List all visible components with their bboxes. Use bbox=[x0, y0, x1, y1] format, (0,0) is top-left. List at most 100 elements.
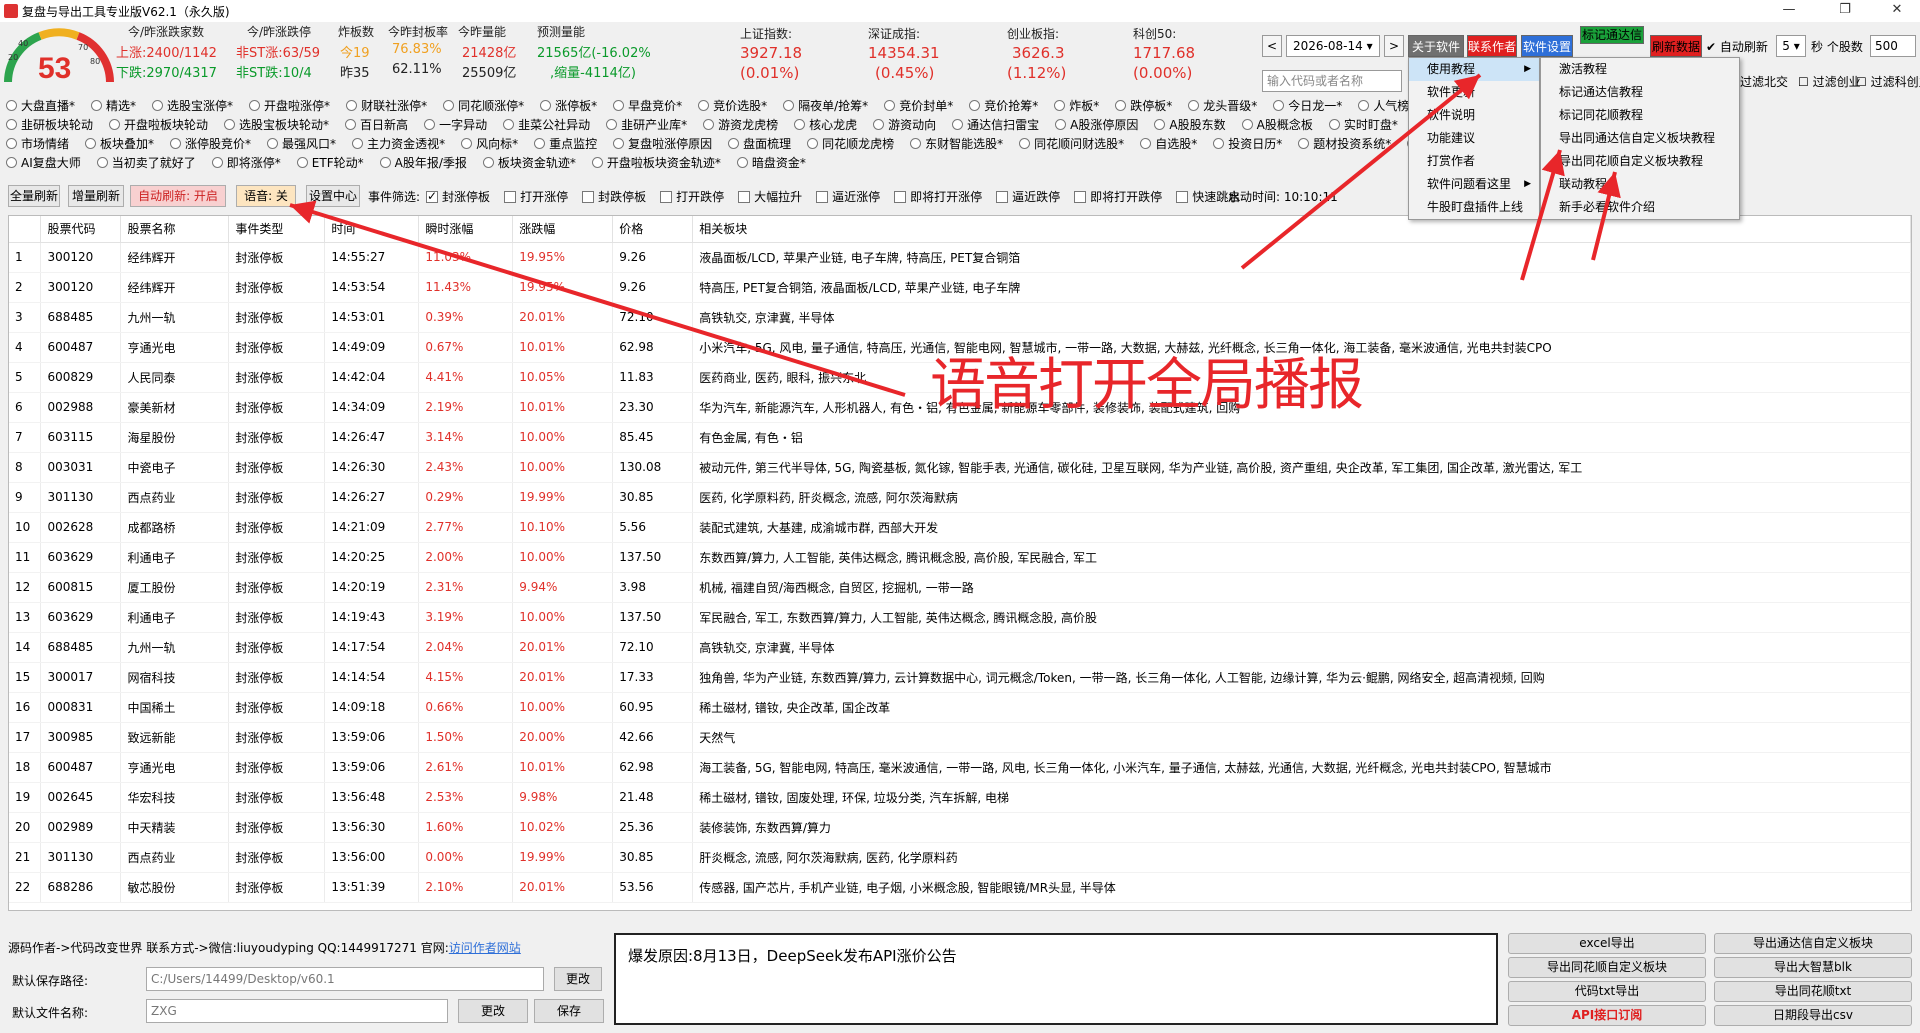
interval-select[interactable]: 5 ▾ bbox=[1776, 35, 1806, 57]
table-row[interactable]: 11 603629 利通电子 封涨停板 14:20:25 2.00% 10.00% 137.5… bbox=[9, 542, 1911, 573]
auto-refresh-checkbox[interactable]: ✔ 自动刷新 bbox=[1706, 38, 1768, 55]
table-row[interactable]: 18 600487 亨通光电 封涨停板 13:59:06 2.61% 10.01% 62.98… bbox=[9, 752, 1911, 783]
minimize-icon[interactable]: — bbox=[1766, 0, 1812, 22]
feature-radio[interactable]: 通达信扫雷宝 bbox=[946, 116, 1039, 133]
table-row[interactable]: 15 300017 网宿科技 封涨停板 14:14:54 4.15% 20.01% 17.33… bbox=[9, 662, 1911, 693]
table-row[interactable]: 13 603629 利通电子 封涨停板 14:19:43 3.19% 10.00% 137.5… bbox=[9, 602, 1911, 633]
tutorial-menu-item[interactable]: 导出同花顺自定义板块教程 bbox=[1541, 150, 1739, 173]
feature-radio[interactable]: 跌停板* bbox=[1109, 97, 1172, 114]
export-button[interactable]: API接口订阅 bbox=[1508, 1005, 1706, 1026]
export-button[interactable]: 导出通达信自定义板块 bbox=[1714, 933, 1912, 954]
event-filter-checkbox[interactable]: 打开涨停 bbox=[504, 188, 568, 205]
feature-radio[interactable]: 竞价抢筹* bbox=[963, 97, 1038, 114]
auto-refresh-toggle[interactable]: 自动刷新: 开启 bbox=[130, 185, 226, 207]
feature-radio[interactable]: 板块资金轨迹* bbox=[477, 154, 576, 171]
about-button[interactable]: 关于软件 bbox=[1408, 35, 1464, 57]
feature-radio[interactable]: 竞价封单* bbox=[878, 97, 953, 114]
feature-radio[interactable]: 韭研产业库* bbox=[600, 116, 687, 133]
export-button[interactable]: 导出大智慧blk bbox=[1714, 957, 1912, 978]
feature-radio[interactable]: 同花顺涨停* bbox=[437, 97, 524, 114]
event-filter-checkbox[interactable]: 封跌停板 bbox=[582, 188, 646, 205]
table-row[interactable]: 10 002628 成都路桥 封涨停板 14:21:09 2.77% 10.10% 5.56 装… bbox=[9, 512, 1911, 543]
feature-radio[interactable]: 复盘啦涨停原因 bbox=[607, 135, 712, 152]
feature-radio[interactable]: 东财智能选股* bbox=[904, 135, 1003, 152]
feature-radio[interactable]: 同花顺问财选股* bbox=[1013, 135, 1124, 152]
feature-radio[interactable]: 涨停板* bbox=[534, 97, 597, 114]
column-header[interactable]: 股票名称 bbox=[120, 216, 230, 243]
about-menu-item[interactable]: 软件说明 bbox=[1409, 104, 1539, 127]
author-site-link[interactable]: 访问作者网站 bbox=[449, 941, 521, 955]
feature-radio[interactable]: 财联社涨停* bbox=[340, 97, 427, 114]
tutorial-menu-item[interactable]: 激活教程 bbox=[1541, 58, 1739, 81]
column-header[interactable]: 时间 bbox=[324, 216, 420, 243]
feature-radio[interactable]: A股涨停原因 bbox=[1049, 116, 1138, 133]
close-icon[interactable]: ✕ bbox=[1874, 0, 1920, 22]
tutorial-menu-item[interactable]: 标记同花顺教程 bbox=[1541, 104, 1739, 127]
feature-radio[interactable]: 暗盘资金* bbox=[731, 154, 806, 171]
file-name-input[interactable]: ZXG bbox=[146, 999, 448, 1023]
table-row[interactable]: 19 002645 华宏科技 封涨停板 13:56:48 2.53% 9.98% 21.48 稀… bbox=[9, 782, 1911, 813]
settings-button[interactable]: 软件设置 bbox=[1521, 35, 1573, 57]
feature-radio[interactable]: 人气榜* bbox=[1352, 97, 1415, 114]
date-next-button[interactable]: > bbox=[1384, 35, 1404, 57]
feature-radio[interactable]: 题材投资系统* bbox=[1292, 135, 1391, 152]
feature-radio[interactable]: 韭研板块轮动 bbox=[0, 116, 93, 133]
export-button[interactable]: 导出同花顺自定义板块 bbox=[1508, 957, 1706, 978]
feature-radio[interactable]: 板块叠加* bbox=[79, 135, 154, 152]
maximize-icon[interactable]: ❐ bbox=[1822, 0, 1868, 22]
feature-radio[interactable]: 开盘啦板块轮动 bbox=[103, 116, 208, 133]
full-refresh-button[interactable]: 全量刷新 bbox=[8, 185, 60, 207]
feature-radio[interactable]: 韭菜公社异动 bbox=[497, 116, 590, 133]
feature-radio[interactable]: 一字异动 bbox=[418, 116, 487, 133]
table-row[interactable]: 7 603115 海星股份 封涨停板 14:26:47 3.14% 10.00% 85.45 有… bbox=[9, 422, 1911, 453]
feature-radio[interactable]: 开盘啦板块资金轨迹* bbox=[586, 154, 721, 171]
incremental-refresh-button[interactable]: 增量刷新 bbox=[68, 185, 124, 207]
export-button[interactable]: excel导出 bbox=[1508, 933, 1706, 954]
feature-radio[interactable]: 市场情绪 bbox=[0, 135, 69, 152]
date-picker[interactable]: 2026-08-14 ▾ bbox=[1286, 35, 1380, 57]
date-prev-button[interactable]: < bbox=[1262, 35, 1282, 57]
event-filter-checkbox[interactable]: 封涨停板 bbox=[426, 188, 490, 205]
table-row[interactable]: 14 688485 九州一轨 封涨停板 14:17:54 2.04% 20.01% 72.10… bbox=[9, 632, 1911, 663]
column-header[interactable]: 事件类型 bbox=[228, 216, 326, 243]
event-filter-checkbox[interactable]: 即将打开跌停 bbox=[1074, 188, 1162, 205]
feature-radio[interactable]: AI复盘大师 bbox=[0, 154, 81, 171]
export-button[interactable]: 日期段导出csv bbox=[1714, 1005, 1912, 1026]
feature-radio[interactable]: 选股宝涨停* bbox=[146, 97, 233, 114]
feature-radio[interactable]: 游资动向 bbox=[867, 116, 936, 133]
feature-radio[interactable]: 龙头晋级* bbox=[1182, 97, 1257, 114]
feature-radio[interactable]: 实时盯盘* bbox=[1323, 116, 1398, 133]
tutorial-menu-item[interactable]: 标记通达信教程 bbox=[1541, 81, 1739, 104]
column-header[interactable]: 价格 bbox=[612, 216, 694, 243]
feature-radio[interactable]: 核心龙虎 bbox=[788, 116, 857, 133]
feature-radio[interactable]: 精选* bbox=[85, 97, 136, 114]
event-filter-checkbox[interactable]: 逼近涨停 bbox=[816, 188, 880, 205]
event-filter-checkbox[interactable]: 即将打开涨停 bbox=[894, 188, 982, 205]
table-row[interactable]: 17 300985 致远新能 封涨停板 13:59:06 1.50% 20.00% 42.66… bbox=[9, 722, 1911, 753]
feature-radio[interactable]: 隔夜单/抢筹* bbox=[777, 97, 868, 114]
filter-kc-checkbox[interactable]: ☐ 过滤科创主板 bbox=[1856, 73, 1920, 90]
filter-cy-checkbox[interactable]: ☐ 过滤创业 bbox=[1798, 73, 1861, 90]
save-button[interactable]: 保存 bbox=[534, 999, 604, 1023]
feature-radio[interactable]: 大盘直播* bbox=[0, 97, 75, 114]
contact-button[interactable]: 联系作者 bbox=[1467, 35, 1517, 57]
count-input[interactable]: 500 bbox=[1870, 35, 1916, 57]
feature-radio[interactable]: 炸板* bbox=[1048, 97, 1099, 114]
feature-radio[interactable]: ETF轮动* bbox=[291, 154, 364, 171]
table-row[interactable]: 1 300120 经纬辉开 封涨停板 14:55:27 11.03% 19.95% 9.26 液… bbox=[9, 242, 1911, 273]
feature-radio[interactable]: 涨停股竞价* bbox=[164, 135, 251, 152]
feature-radio[interactable]: 重点监控 bbox=[528, 135, 597, 152]
table-row[interactable]: 9 301130 西点药业 封涨停板 14:26:27 0.29% 19.99% 30.85 医… bbox=[9, 482, 1911, 513]
mark-tdx-button[interactable]: 标记通达信 bbox=[1580, 26, 1644, 44]
about-menu-item[interactable]: 软件更新 bbox=[1409, 81, 1539, 104]
column-header[interactable] bbox=[9, 216, 42, 243]
feature-radio[interactable]: 盘面梳理 bbox=[722, 135, 791, 152]
filter-bj-checkbox[interactable]: 过滤北交 bbox=[1740, 73, 1788, 90]
feature-radio[interactable]: 风向标* bbox=[455, 135, 518, 152]
export-button[interactable]: 导出同花顺txt bbox=[1714, 981, 1912, 1002]
table-row[interactable]: 3 688485 九州一轨 封涨停板 14:53:01 0.39% 20.01% 72.10 高… bbox=[9, 302, 1911, 333]
tutorial-menu-item[interactable]: 新手必看软件介绍 bbox=[1541, 196, 1739, 219]
feature-radio[interactable]: 自选股* bbox=[1134, 135, 1197, 152]
save-path-input[interactable]: C:/Users/14499/Desktop/v60.1 bbox=[146, 967, 544, 991]
feature-radio[interactable]: 今日龙一* bbox=[1267, 97, 1342, 114]
